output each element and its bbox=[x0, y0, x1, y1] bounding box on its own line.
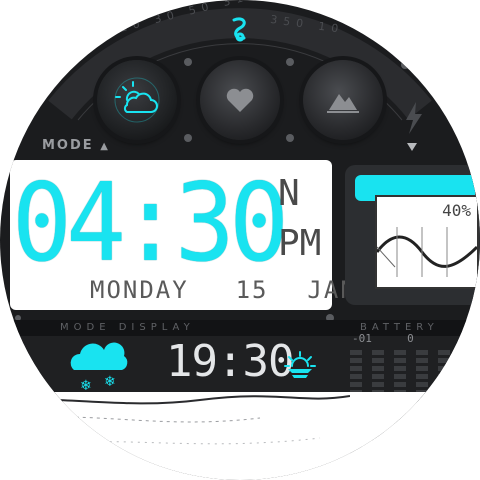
mode-button[interactable]: MODE ▲ bbox=[42, 138, 110, 153]
side-panel-label: 40% bbox=[442, 201, 471, 220]
day-name: MONDAY bbox=[90, 276, 189, 304]
side-panel[interactable]: 40% bbox=[345, 165, 480, 305]
weather-dial[interactable] bbox=[97, 60, 177, 140]
sun-cloud-icon bbox=[114, 77, 160, 123]
mode-label: MODE bbox=[42, 138, 94, 153]
watch-face: 10 30 50 310 340 350 10 bbox=[0, 0, 480, 480]
lightning-icon bbox=[406, 102, 422, 134]
date-number: 15 bbox=[235, 276, 269, 304]
secondary-time: 19:30 bbox=[166, 336, 294, 387]
side-panel-screen: 40% bbox=[375, 195, 479, 289]
heart-dial[interactable] bbox=[200, 60, 280, 140]
cloud-snow-icon: ❄ ❄ bbox=[70, 342, 128, 394]
terrain-dial[interactable] bbox=[303, 60, 383, 140]
mode-display-label: MODE DISPLAY bbox=[60, 322, 195, 333]
date-display: MONDAY 15 JAN bbox=[90, 278, 357, 302]
heart-icon bbox=[226, 88, 254, 112]
wave-graph bbox=[377, 227, 477, 277]
seconds-indicator: N bbox=[278, 173, 302, 214]
ampm-indicator: PM bbox=[278, 223, 322, 264]
svg-text:❄: ❄ bbox=[104, 374, 116, 390]
terrain-lines bbox=[0, 395, 350, 446]
mountain-icon bbox=[327, 94, 359, 113]
triangle-up-icon: ▲ bbox=[100, 141, 110, 152]
swirl-logo-icon bbox=[232, 17, 246, 42]
sunset-icon bbox=[284, 351, 316, 378]
chevron-down-icon[interactable] bbox=[406, 142, 418, 152]
main-time: 04:30 bbox=[12, 161, 289, 286]
